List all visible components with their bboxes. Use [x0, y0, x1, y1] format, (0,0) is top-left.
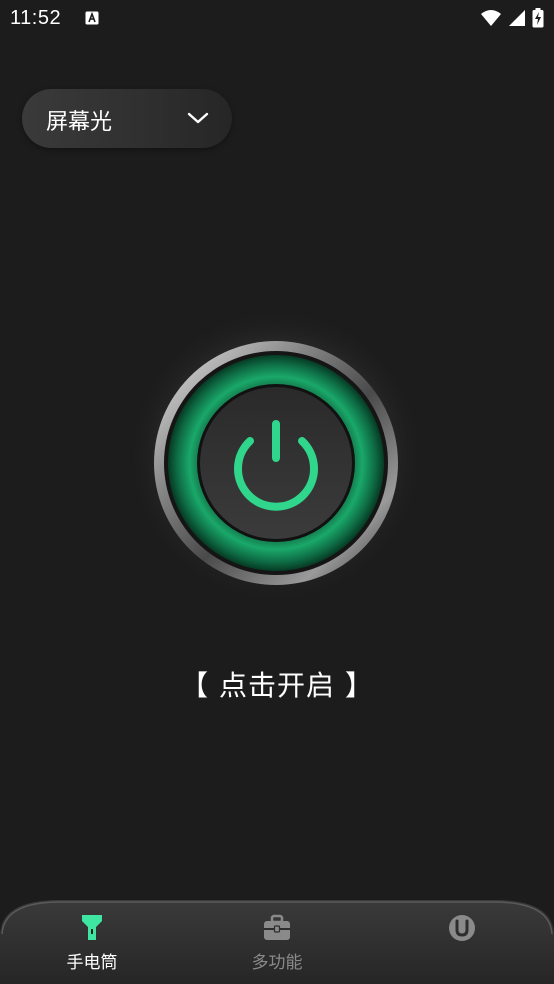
status-icons — [480, 8, 544, 28]
tab-extra[interactable] — [392, 896, 532, 984]
text-input-notification-icon — [85, 11, 99, 25]
mode-dropdown[interactable]: 屏幕光 — [22, 89, 232, 148]
mode-label: 屏幕光 — [46, 110, 113, 135]
battery-charging-icon — [532, 8, 544, 28]
tab-label: 多功能 — [251, 953, 303, 973]
chevron-down-icon — [187, 112, 209, 124]
power-button-area — [126, 306, 426, 606]
cell-signal-icon — [509, 10, 525, 26]
flashlight-icon — [82, 915, 102, 940]
toolbox-icon — [264, 914, 290, 940]
tab-flashlight[interactable]: 手电筒 — [22, 896, 162, 984]
tab-label: 手电筒 — [66, 953, 118, 973]
status-bar: 11:52 — [0, 0, 554, 38]
tab-multi-function[interactable]: 多功能 — [207, 896, 347, 984]
power-caption: 【 点击开启 】 — [180, 669, 374, 702]
wifi-icon — [481, 10, 501, 26]
app-u-icon — [449, 915, 475, 941]
power-button[interactable] — [126, 306, 426, 606]
bottom-tab-bar: 手电筒 多功能 — [0, 896, 554, 984]
status-time: 11:52 — [10, 7, 62, 29]
